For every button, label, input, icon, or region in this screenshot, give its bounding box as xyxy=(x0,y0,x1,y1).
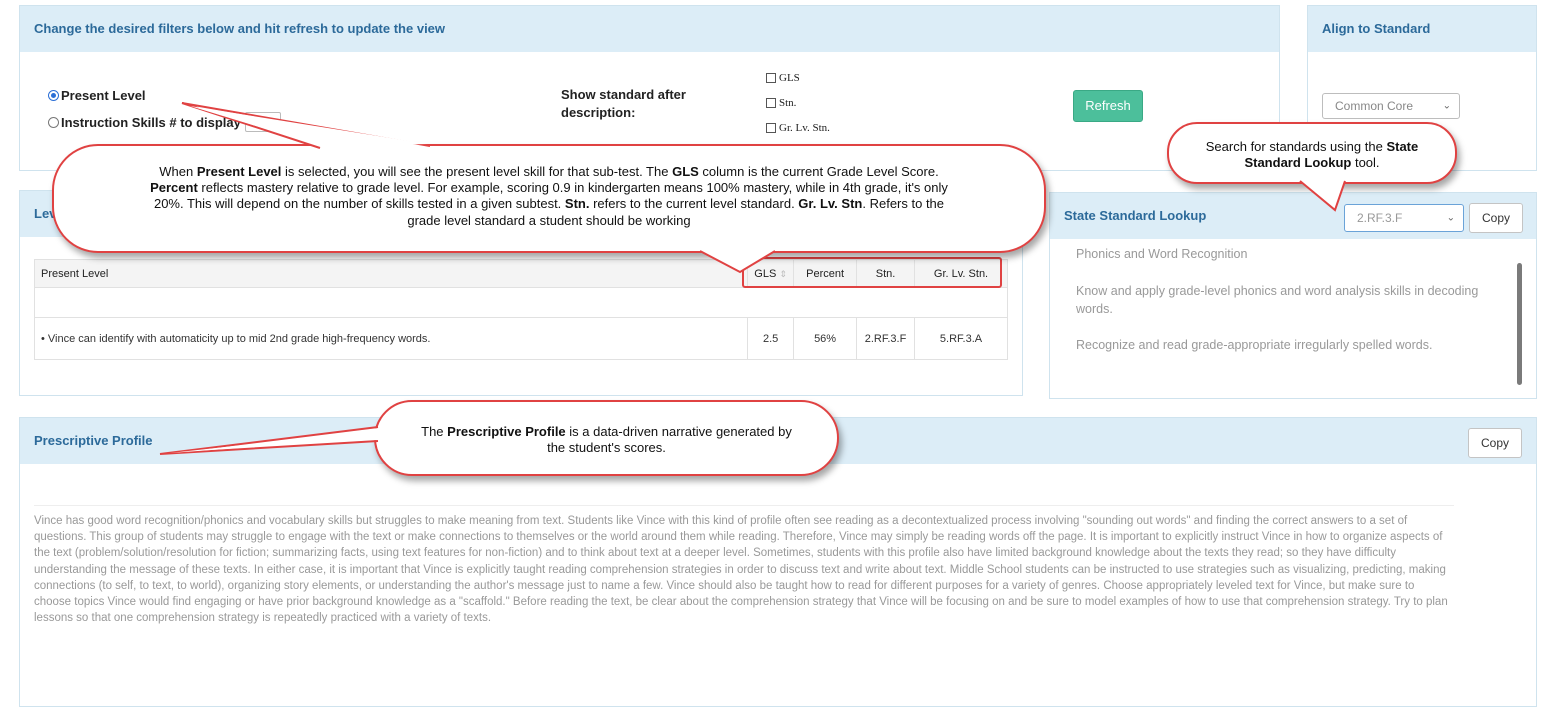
profile-callout-tail-cover xyxy=(170,430,380,453)
